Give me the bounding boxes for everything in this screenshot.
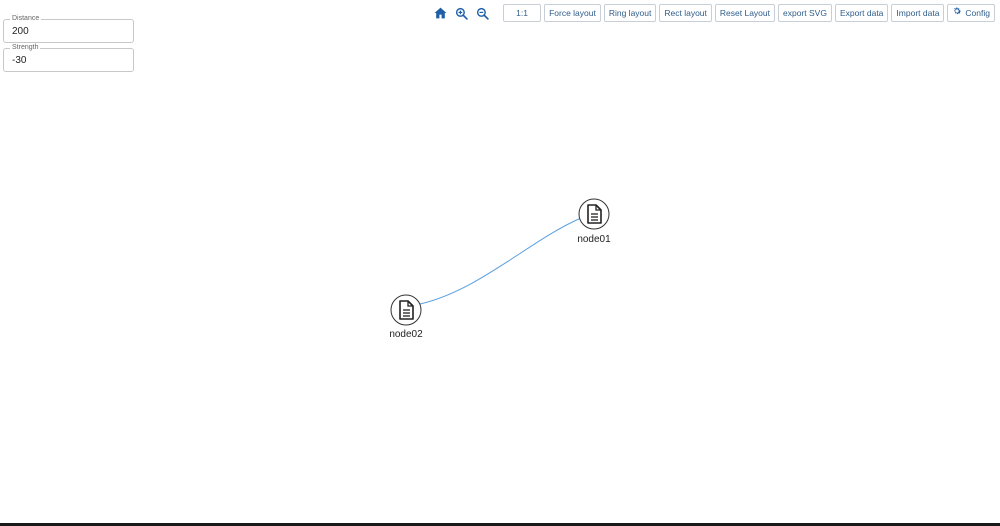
graph-svg: node01 node02 bbox=[389, 198, 611, 340]
graph-link[interactable] bbox=[419, 217, 582, 305]
graph-node-node01[interactable]: node01 bbox=[577, 198, 611, 245]
node-label: node02 bbox=[389, 329, 423, 340]
node-label: node01 bbox=[577, 234, 611, 245]
graph-node-node02[interactable]: node02 bbox=[389, 294, 423, 340]
